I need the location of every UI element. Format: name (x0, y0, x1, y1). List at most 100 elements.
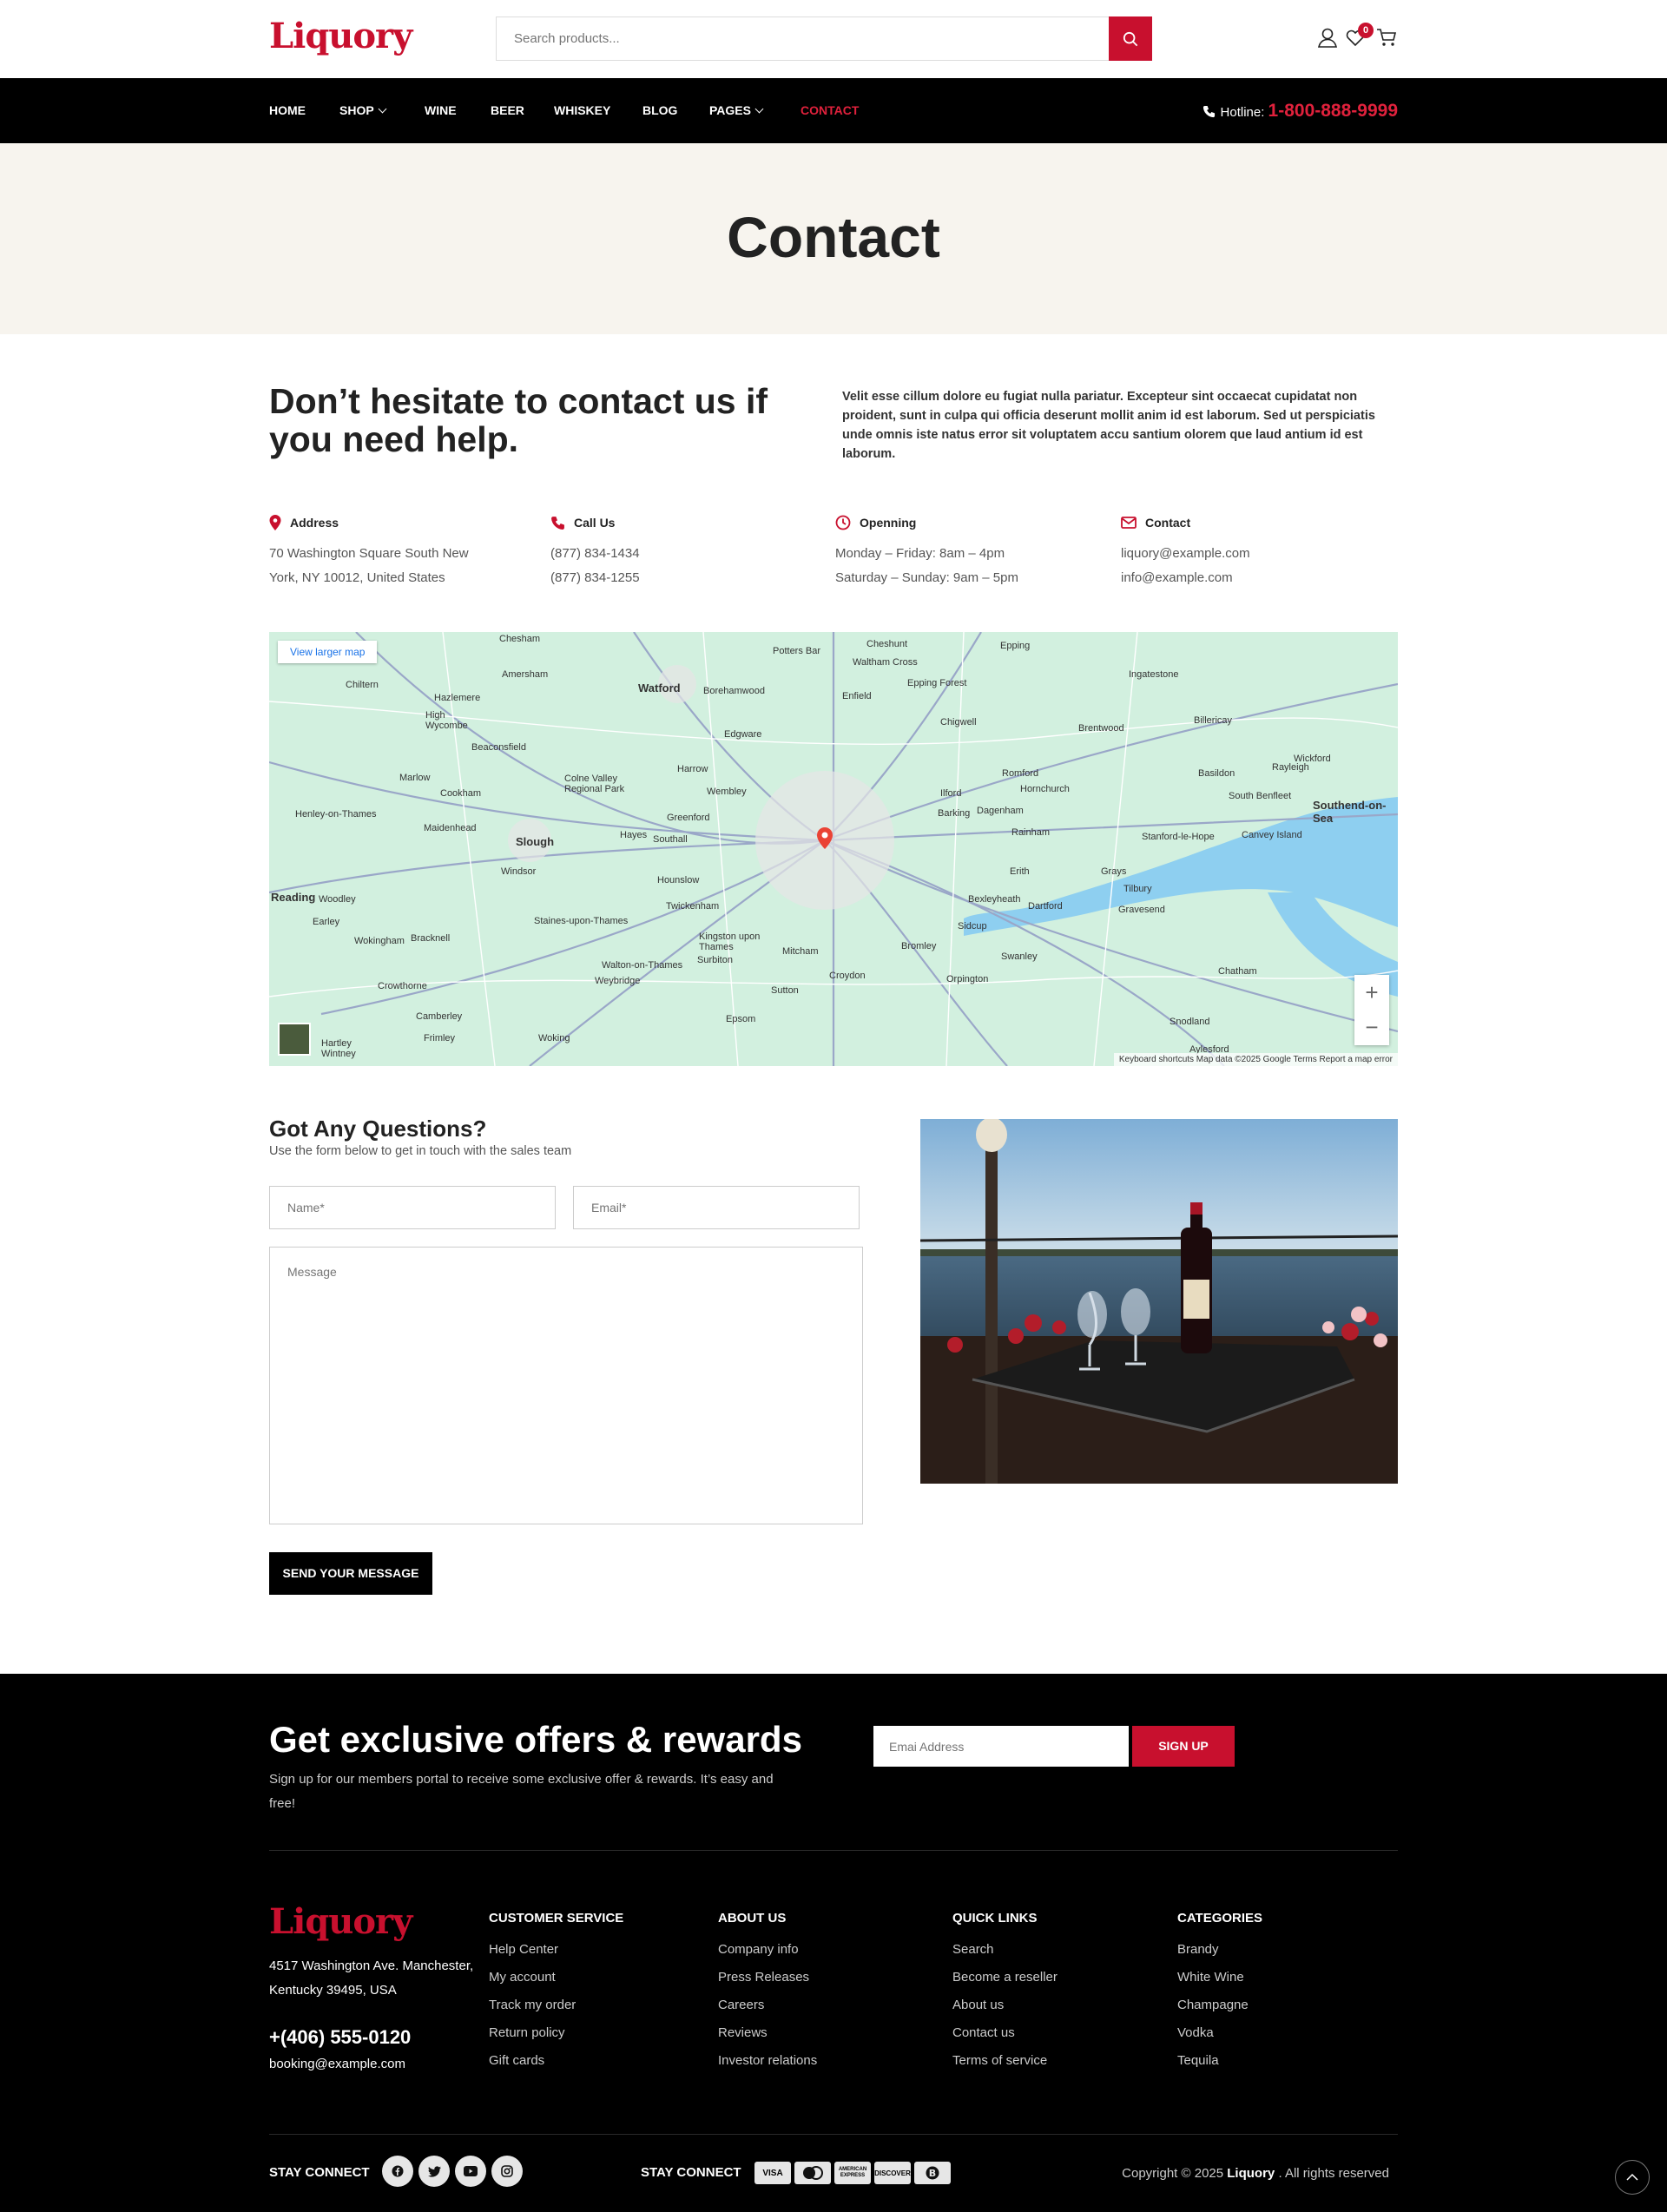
map-place: South Benfleet (1229, 791, 1292, 801)
zoom-in-button[interactable]: + (1354, 975, 1389, 1010)
map-place: Gravesend (1118, 905, 1165, 915)
back-to-top-button[interactable] (1615, 2160, 1650, 2195)
map-place: Hazlemere (434, 693, 481, 703)
footer-link[interactable]: Brandy (1177, 1936, 1262, 1964)
map-place: Borehamwood (703, 686, 765, 696)
signup-button[interactable]: SIGN UP (1132, 1726, 1235, 1767)
map-place: Southend-on-Sea (1313, 799, 1387, 825)
footer-link[interactable]: My account (489, 1964, 623, 1991)
cart-icon[interactable] (1375, 26, 1398, 49)
satellite-toggle[interactable] (278, 1023, 311, 1056)
map-place: Ingatestone (1129, 669, 1179, 680)
wishlist-count-badge: 0 (1358, 23, 1374, 38)
map-place: Bracknell (411, 933, 451, 944)
map-place: Grays (1101, 866, 1127, 877)
map-place: Epping (1000, 641, 1031, 651)
nav-home[interactable]: HOME (269, 78, 306, 143)
newsletter-email-input[interactable] (873, 1726, 1129, 1767)
map-place: Barking (938, 808, 971, 819)
copyright-brand[interactable]: Liquory (1227, 2166, 1275, 2181)
map-place: Kingston upon Thames (699, 932, 761, 952)
nav-wine[interactable]: WINE (425, 78, 457, 143)
footer-link[interactable]: Investor relations (718, 2047, 817, 2075)
footer-link[interactable]: Vodka (1177, 2019, 1262, 2047)
footer-link[interactable]: Press Releases (718, 1964, 817, 1991)
logo[interactable]: Liquory (269, 16, 412, 56)
map-place: Staines-upon-Thames (534, 916, 629, 926)
map-place: Potters Bar (773, 646, 821, 656)
main-nav: HOME SHOP WINE BEER WHISKEY BLOG PAGES C… (0, 78, 1667, 143)
footer-link[interactable]: Company info (718, 1936, 817, 1964)
footer-link[interactable]: Tequila (1177, 2047, 1262, 2075)
footer-link[interactable]: Contact us (952, 2019, 1058, 2047)
info-address: Address 70 Washington Square South New Yo… (269, 514, 530, 590)
chevron-up-icon (1626, 2173, 1638, 2181)
facebook-icon[interactable] (382, 2156, 413, 2187)
zoom-out-button[interactable]: − (1354, 1010, 1389, 1044)
nav-whiskey[interactable]: WHISKEY (554, 78, 610, 143)
message-field[interactable] (269, 1247, 863, 1524)
hotline[interactable]: Hotline: 1-800-888-9999 (1202, 78, 1398, 143)
payment-label: DISCOVER (874, 2169, 911, 2177)
user-icon[interactable] (1316, 26, 1339, 49)
map-place: Hounslow (657, 875, 700, 885)
nav-blog[interactable]: BLOG (642, 78, 677, 143)
footer-link[interactable]: Return policy (489, 2019, 623, 2047)
map-place: Billericay (1194, 715, 1233, 726)
map-place: Bromley (901, 941, 937, 951)
email-field[interactable] (573, 1186, 860, 1229)
twitter-icon[interactable] (418, 2156, 450, 2187)
footer-link[interactable]: Terms of service (952, 2047, 1058, 2075)
map-place: Walton-on-Thames (602, 960, 683, 971)
view-larger-map-link[interactable]: View larger map (278, 641, 378, 663)
footer-email[interactable]: booking@example.com (269, 2057, 405, 2071)
chevron-down-icon (378, 104, 387, 114)
footer-link[interactable]: Reviews (718, 2019, 817, 2047)
map-place: Amersham (502, 669, 549, 680)
footer-link[interactable]: Become a reseller (952, 1964, 1058, 1991)
nav-beer[interactable]: BEER (491, 78, 524, 143)
footer-col-title: CUSTOMER SERVICE (489, 1911, 624, 1926)
info-title: Contact (1145, 516, 1191, 530)
info-line[interactable]: info@example.com (1121, 566, 1381, 590)
map-place: Southall (653, 834, 688, 845)
info-opening: Openning Monday – Friday: 8am – 4pm Satur… (835, 514, 1096, 590)
footer-phone[interactable]: +(406) 555-0120 (269, 2026, 411, 2049)
map[interactable]: Chesham Potters Bar Cheshunt Epping Amer… (269, 632, 1398, 1066)
footer-link[interactable]: Track my order (489, 1991, 623, 2019)
map-place: Watford (638, 681, 681, 695)
info-title: Openning (860, 516, 917, 530)
footer-col-about-us: ABOUT US Company info Press Releases Car… (718, 1911, 817, 2075)
footer-col-title: ABOUT US (718, 1911, 787, 1926)
discover-icon: DISCOVER (874, 2162, 911, 2184)
footer-link[interactable]: Help Center (489, 1936, 623, 1964)
map-place: Bexleyheath (968, 894, 1021, 905)
map-place: Weybridge (595, 976, 641, 986)
name-field[interactable] (269, 1186, 556, 1229)
info-line[interactable]: (877) 834-1434 (550, 542, 811, 566)
map-place: Colne Valley Regional Park (564, 774, 625, 794)
form-heading: Got Any Questions? (269, 1116, 487, 1142)
search-button[interactable] (1109, 16, 1152, 61)
footer-link[interactable]: Careers (718, 1991, 817, 2019)
footer-link[interactable]: About us (952, 1991, 1058, 2019)
instagram-icon[interactable] (491, 2156, 523, 2187)
info-line[interactable]: liquory@example.com (1121, 542, 1381, 566)
search-input[interactable] (497, 17, 1108, 60)
map-place: Crowthorne (378, 981, 427, 991)
mastercard-icon (794, 2162, 831, 2184)
footer-link[interactable]: Search (952, 1936, 1058, 1964)
nav-contact[interactable]: CONTACT (801, 78, 859, 143)
nav-shop[interactable]: SHOP (339, 78, 387, 143)
footer-link[interactable]: Gift cards (489, 2047, 623, 2075)
info-line: Monday – Friday: 8am – 4pm (835, 546, 1005, 561)
youtube-icon[interactable] (455, 2156, 486, 2187)
info-line[interactable]: (877) 834-1255 (550, 566, 811, 590)
nav-pages[interactable]: PAGES (709, 78, 764, 143)
copyright-prefix: Copyright © 2025 (1122, 2166, 1224, 2181)
info-title: Address (290, 516, 339, 530)
footer-link[interactable]: White Wine (1177, 1964, 1262, 1991)
footer-logo[interactable]: Liquory (269, 1901, 412, 1942)
send-message-button[interactable]: SEND YOUR MESSAGE (269, 1552, 432, 1595)
footer-link[interactable]: Champagne (1177, 1991, 1262, 2019)
